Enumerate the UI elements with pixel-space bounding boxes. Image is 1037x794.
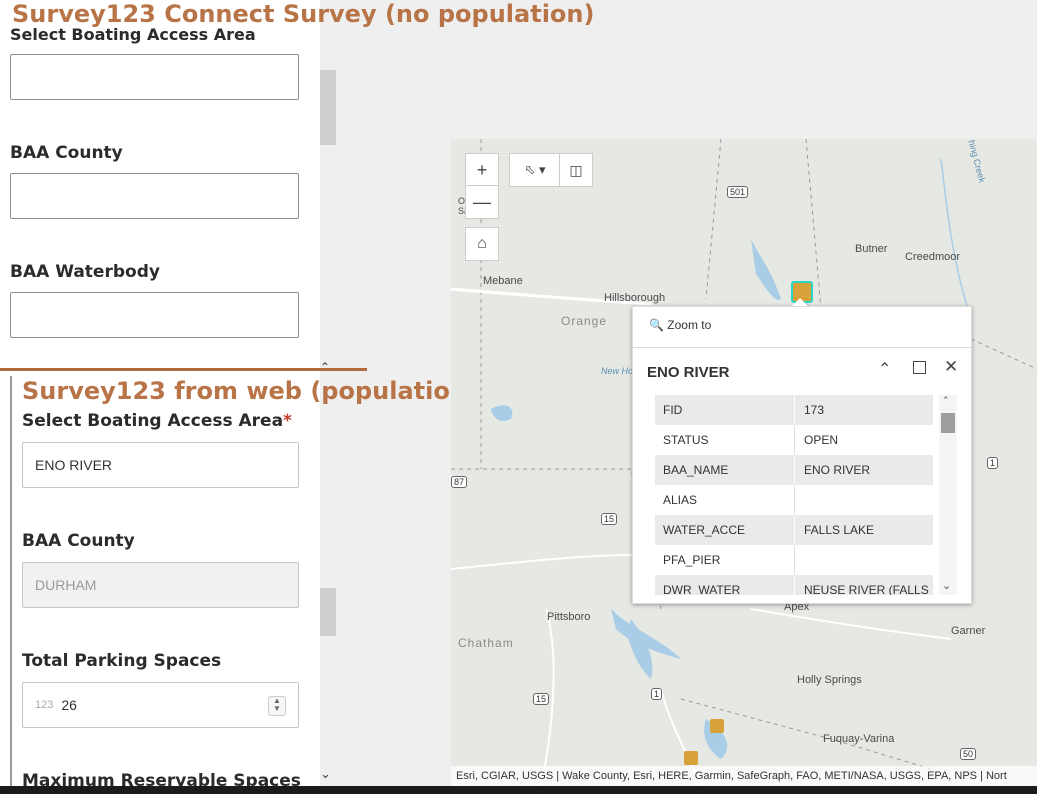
connect-q3-label: BAA Waterbody xyxy=(10,262,160,282)
attr-value: ENO RIVER xyxy=(804,463,871,477)
highway-shield-501: 501 xyxy=(727,186,749,198)
attr-value: 173 xyxy=(804,403,825,417)
zoom-to-label: Zoom to xyxy=(667,318,712,332)
highway-shield-1b: 1 xyxy=(987,457,999,469)
number-stepper[interactable]: ▲ ▼ xyxy=(268,696,286,716)
zoom-out-button[interactable]: — xyxy=(465,185,499,219)
web-county-value: DURHAM xyxy=(35,577,97,593)
place-hillsborough: Hillsborough xyxy=(604,292,666,304)
section-divider xyxy=(0,368,367,371)
attr-key: WATER_ACCE xyxy=(663,523,746,537)
attr-key: DWR_WATER xyxy=(663,583,741,595)
dock-icon[interactable] xyxy=(913,361,926,374)
connect-boating-area-field[interactable] xyxy=(10,54,299,100)
select-tool-button[interactable]: ⬁ ▾ xyxy=(509,153,561,187)
highway-shield-15b: 15 xyxy=(533,693,550,705)
parking-spaces-value: 26 xyxy=(61,697,77,713)
boat-ramp-marker[interactable] xyxy=(684,751,698,765)
chevron-up-icon[interactable]: ⌃ xyxy=(320,360,330,374)
attr-value: FALLS LAKE xyxy=(804,523,875,537)
popup-scrollbar[interactable]: ⌃ ⌄ xyxy=(939,395,957,595)
connect-survey-banner: Survey123 Connect Survey (no population) xyxy=(12,0,595,28)
attr-key: BAA_NAME xyxy=(663,463,729,477)
highway-shield-50: 50 xyxy=(960,748,977,760)
close-icon[interactable]: ✕ xyxy=(944,357,958,377)
popup-separator xyxy=(633,347,971,348)
table-row: DWR_WATER NEUSE RIVER (FALLS xyxy=(655,575,933,595)
integer-icon: 123 xyxy=(35,699,54,711)
table-row-clip: DWR_WATER NEUSE RIVER (FALLS xyxy=(655,575,933,595)
highway-shield-15: 15 xyxy=(601,513,618,525)
web-q2-label: BAA County xyxy=(22,531,135,551)
table-row: PFA_PIER xyxy=(655,545,933,575)
attr-value: NEUSE RIVER (FALLS xyxy=(804,583,929,595)
zoom-to-button[interactable]: 🔍 Zoom to xyxy=(649,318,711,332)
table-row: STATUS OPEN xyxy=(655,425,933,455)
web-q1-label: Select Boating Access Area* xyxy=(22,411,292,431)
popup-scrollbar-thumb[interactable] xyxy=(941,413,955,433)
table-row: WATER_ACCE FALLS LAKE xyxy=(655,515,933,545)
popup-title: ENO RIVER xyxy=(647,364,730,381)
home-button[interactable]: ⌂ xyxy=(465,227,499,261)
connect-waterbody-field[interactable] xyxy=(10,292,299,338)
parking-spaces-field[interactable]: 123 26 xyxy=(22,682,299,728)
attr-key: STATUS xyxy=(663,433,709,447)
form-left-border xyxy=(10,376,12,794)
place-new-hope: New Ho xyxy=(601,366,634,376)
survey-panel: Survey123 Connect Survey (no population)… xyxy=(0,0,594,794)
web-scrollbar-thumb[interactable] xyxy=(320,588,336,636)
web-q1-label-text: Select Boating Access Area xyxy=(22,411,284,431)
zoom-in-button[interactable]: + xyxy=(465,153,499,187)
connect-q1-label: Select Boating Access Area xyxy=(10,25,256,44)
collapse-icon[interactable]: ⌃ xyxy=(878,359,891,379)
feature-popup: 🔍 Zoom to ENO RIVER ⌃ ✕ FID 173 STATUS OPE… xyxy=(632,306,972,604)
highway-shield-87: 87 xyxy=(451,476,468,488)
table-row: FID 173 xyxy=(655,395,933,425)
map-attribution: Esri, CGIAR, USGS | Wake County, Esri, H… xyxy=(451,766,1037,786)
place-pittsboro: Pittsboro xyxy=(547,611,591,623)
web-boating-area-field[interactable]: ENO RIVER xyxy=(22,442,299,488)
connect-scrollbar-thumb[interactable] xyxy=(320,70,336,145)
place-holly-springs: Holly Springs xyxy=(797,674,862,686)
attribution-text: Esri, CGIAR, USGS | Wake County, Esri, H… xyxy=(456,770,1007,782)
bottom-bar xyxy=(0,786,1037,794)
map-layers-button[interactable]: ◫ xyxy=(559,153,593,187)
boat-ramp-marker[interactable] xyxy=(710,719,724,733)
chevron-down-icon[interactable]: ⌄ xyxy=(320,766,331,782)
popup-pointer xyxy=(792,298,808,306)
place-butner: Butner xyxy=(855,243,888,255)
place-chatham: Chatham xyxy=(458,636,514,650)
connect-q2-label: BAA County xyxy=(10,143,123,163)
attr-key: ALIAS xyxy=(663,493,698,507)
place-fuquay-varina: Fuquay-Varina xyxy=(823,733,895,745)
connect-county-field[interactable] xyxy=(10,173,299,219)
web-county-field: DURHAM xyxy=(22,562,299,608)
web-survey-banner: Survey123 from web (population) xyxy=(22,377,478,405)
attr-value: OPEN xyxy=(804,433,839,447)
web-q3-label: Total Parking Spaces xyxy=(22,651,222,671)
web-boating-area-value: ENO RIVER xyxy=(35,457,113,473)
scroll-down-arrow-icon[interactable]: ⌄ xyxy=(942,579,951,592)
highway-shield-1: 1 xyxy=(651,688,663,700)
attr-key: FID xyxy=(663,403,683,417)
place-garner: Garner xyxy=(951,625,986,637)
table-row: ALIAS xyxy=(655,485,933,515)
zoom-magnifier-icon: 🔍 xyxy=(649,318,664,332)
table-row: BAA_NAME ENO RIVER xyxy=(655,455,933,485)
place-orange: Orange xyxy=(561,314,608,328)
attr-key: PFA_PIER xyxy=(663,553,721,567)
place-mebane: Mebane xyxy=(483,275,523,287)
place-creedmoor: Creedmoor xyxy=(905,251,961,263)
scroll-up-arrow-icon[interactable]: ⌃ xyxy=(942,395,950,406)
required-asterisk: * xyxy=(283,411,292,431)
